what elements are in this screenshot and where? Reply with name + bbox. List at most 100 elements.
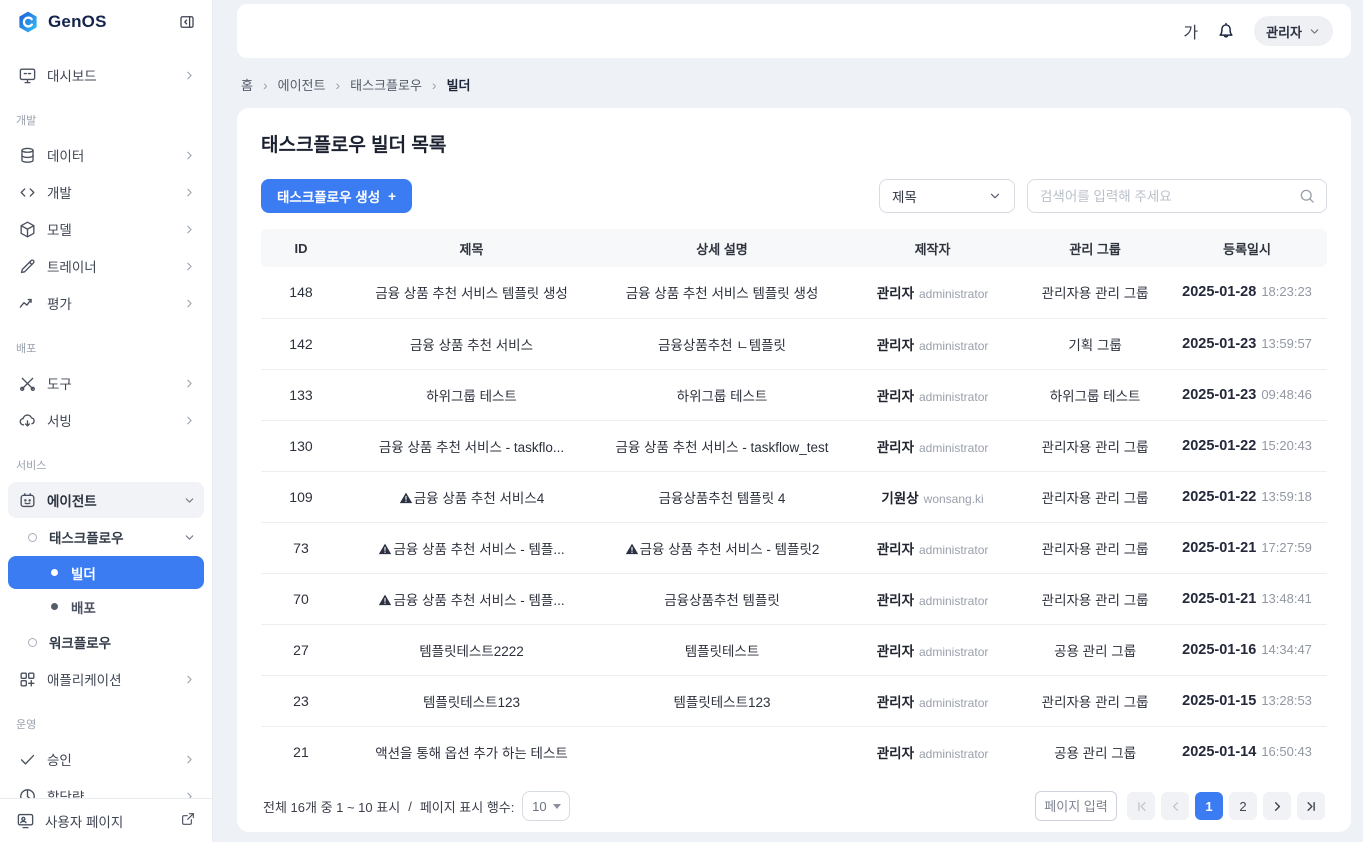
registered-date: 2025-01-23	[1182, 336, 1256, 352]
table-row[interactable]: 109금융 상품 추천 서비스4금융상품추천 템플릿 4기원상wonsang.k…	[261, 471, 1327, 522]
cell-description: 템플릿테스트123	[602, 675, 842, 726]
registered-date: 2025-01-21	[1182, 540, 1256, 556]
table-row[interactable]: 70금융 상품 추천 서비스 - 템플...금융상품추천 템플릿관리자admin…	[261, 573, 1327, 624]
create-taskflow-button[interactable]: 태스크플로우 생성 +	[261, 179, 412, 213]
chevron-down-icon	[182, 530, 196, 544]
sidebar-item-taskflow[interactable]: 태스크플로우	[8, 519, 204, 555]
description-text: 템플릿테스트123	[673, 695, 770, 710]
user-page-icon	[16, 811, 35, 830]
breadcrumb-item[interactable]: 에이전트	[278, 75, 326, 94]
cloud-icon	[18, 411, 37, 430]
table-row[interactable]: 21액션을 통해 옵션 추가 하는 테스트관리자administrator공용 …	[261, 726, 1327, 777]
cell-creator: 관리자administrator	[842, 726, 1023, 777]
table-row[interactable]: 133하위그룹 테스트하위그룹 테스트관리자administrator하위그룹 …	[261, 369, 1327, 420]
table-row[interactable]: 23템플릿테스트123템플릿테스트123관리자administrator관리자용…	[261, 675, 1327, 726]
cell-registered-at: 2025-01-2215:20:43	[1167, 420, 1327, 471]
breadcrumb-item[interactable]: 빌더	[447, 75, 471, 94]
sidebar-group-label: 배포	[0, 322, 212, 364]
description-text: 금융상품추천 템플릿 4	[659, 491, 786, 506]
sidebar-item-approval[interactable]: 승인	[8, 741, 204, 777]
cell-title: 액션을 통해 옵션 추가 하는 테스트	[341, 726, 602, 777]
check-icon	[18, 750, 37, 769]
list-card: 태스크플로우 빌더 목록 태스크플로우 생성 + 제목	[237, 108, 1351, 832]
cell-group: 관리자용 관리 그룹	[1023, 471, 1167, 522]
creator-name: 관리자	[877, 644, 914, 659]
chevron-right-icon	[182, 185, 196, 199]
bullet-circle-icon	[28, 638, 37, 647]
notifications-bell-icon[interactable]	[1214, 19, 1238, 43]
cell-title: 템플릿테스트123	[341, 675, 602, 726]
sidebar-item-tools[interactable]: 도구	[8, 365, 204, 401]
cell-title: 금융 상품 추천 서비스4	[341, 471, 602, 522]
cell-group: 관리자용 관리 그룹	[1023, 522, 1167, 573]
creator-name: 관리자	[877, 746, 914, 761]
breadcrumb-item[interactable]: 태스크플로우	[350, 75, 422, 94]
sidebar-collapse-icon[interactable]	[176, 11, 198, 33]
title-text: 금융 상품 추천 서비스 - 템플...	[393, 593, 564, 608]
table-row[interactable]: 148금융 상품 추천 서비스 템플릿 생성금융 상품 추천 서비스 템플릿 생…	[261, 267, 1327, 318]
sidebar-item-data[interactable]: 데이터	[8, 137, 204, 173]
registered-time: 14:34:47	[1261, 642, 1312, 657]
table-row[interactable]: 73금융 상품 추천 서비스 - 템플...금융 상품 추천 서비스 - 템플릿…	[261, 522, 1327, 573]
sidebar-item-deploy[interactable]: 배포	[8, 590, 204, 623]
breadcrumb-item[interactable]: 홈	[241, 75, 253, 94]
column-header: 관리 그룹	[1023, 229, 1167, 267]
sidebar-item-user-page[interactable]: 사용자 페이지	[0, 798, 212, 842]
cell-registered-at: 2025-01-16 14:34:47	[1167, 624, 1327, 675]
cell-id: 70	[261, 573, 341, 624]
page-number-button[interactable]: 1	[1195, 792, 1223, 820]
search-field-value: 제목	[892, 186, 988, 206]
cell-creator: 관리자administrator	[842, 624, 1023, 675]
cell-title: 금융 상품 추천 서비스	[341, 318, 602, 369]
sidebar-item-builder[interactable]: 빌더	[8, 556, 204, 589]
genos-logo-icon	[16, 10, 40, 34]
table-row[interactable]: 27템플릿테스트2222템플릿테스트관리자administrator공용 관리 …	[261, 624, 1327, 675]
sidebar-item-quota[interactable]: 할당량	[8, 778, 204, 798]
next-page-button[interactable]	[1263, 792, 1291, 820]
cell-creator: 관리자administrator	[842, 420, 1023, 471]
cell-id: 142	[261, 318, 341, 369]
sidebar-item-workflow[interactable]: 워크플로우	[8, 624, 204, 660]
sidebar-item-evaluation[interactable]: 평가	[8, 285, 204, 321]
title-text: 금융 상품 추천 서비스	[410, 338, 533, 353]
search-field-select[interactable]: 제목	[879, 179, 1015, 213]
sidebar-item-dashboard[interactable]: 대시보드	[8, 57, 204, 93]
creator-id: administrator	[919, 543, 988, 557]
search-icon[interactable]	[1298, 187, 1316, 205]
rows-per-page-select[interactable]: 10	[522, 791, 570, 821]
cell-description: 금융상품추천 템플릿	[602, 573, 842, 624]
sidebar-item-label: 배포	[71, 597, 196, 617]
table-row[interactable]: 142금융 상품 추천 서비스금융상품추천 ㄴ템플릿관리자administrat…	[261, 318, 1327, 369]
main-area: 가 관리자 홈›에이전트›태스크플로우›빌더 태스크플로우 빌더 목록 태스크플…	[213, 0, 1363, 842]
sidebar-item-application[interactable]: 애플리케이션	[8, 661, 204, 697]
sidebar-item-model[interactable]: 모델	[8, 211, 204, 247]
registered-date: 2025-01-16	[1182, 642, 1256, 658]
sidebar-item-agent[interactable]: 에이전트	[8, 482, 204, 518]
cell-description: 금융상품추천 ㄴ템플릿	[602, 318, 842, 369]
page-jump-input[interactable]	[1035, 791, 1117, 821]
last-page-button[interactable]	[1297, 792, 1325, 820]
sidebar-item-trainer[interactable]: 트레이너	[8, 248, 204, 284]
warning-icon	[399, 491, 413, 505]
column-header: 상세 설명	[602, 229, 842, 267]
first-page-button[interactable]	[1127, 792, 1155, 820]
page-number-button[interactable]: 2	[1229, 792, 1257, 820]
create-button-label: 태스크플로우 생성	[277, 186, 380, 206]
chevron-right-icon	[182, 376, 196, 390]
user-menu-button[interactable]: 관리자	[1254, 16, 1333, 46]
sidebar-item-label: 빌더	[71, 563, 196, 583]
table-row[interactable]: 130금융 상품 추천 서비스 - taskflo...금융 상품 추천 서비스…	[261, 420, 1327, 471]
sidebar-item-serving[interactable]: 서빙	[8, 402, 204, 438]
registered-time: 13:48:41	[1261, 591, 1312, 606]
sidebar-spacer	[0, 48, 212, 56]
previous-page-button[interactable]	[1161, 792, 1189, 820]
sidebar-item-develop[interactable]: 개발	[8, 174, 204, 210]
cell-group: 관리자용 관리 그룹	[1023, 573, 1167, 624]
creator-id: wonsang.ki	[924, 492, 984, 506]
agent-icon	[18, 491, 37, 510]
title-text: 금융 상품 추천 서비스 - taskflo...	[379, 440, 564, 455]
search-input[interactable]	[1040, 189, 1298, 204]
cell-group: 관리자용 관리 그룹	[1023, 420, 1167, 471]
cell-title: 금융 상품 추천 서비스 - 템플...	[341, 522, 602, 573]
font-size-button[interactable]: 가	[1183, 19, 1198, 43]
